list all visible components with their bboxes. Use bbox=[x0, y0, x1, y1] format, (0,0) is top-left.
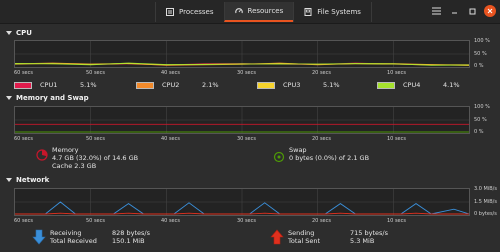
memory-x-label: 60 secs bbox=[14, 136, 33, 142]
network-x-label: 60 secs bbox=[14, 218, 33, 224]
memory-x-label: 50 secs bbox=[86, 136, 105, 142]
swap-label: Swap bbox=[289, 146, 307, 154]
total-received-value: 150.1 MiB bbox=[112, 237, 145, 245]
cpu1-value: 5.1% bbox=[80, 81, 97, 89]
memory-graph bbox=[14, 106, 470, 134]
cpu2-color-swatch[interactable] bbox=[136, 81, 154, 89]
cpu-section-header[interactable]: CPU bbox=[6, 29, 32, 37]
memory-y-label-50: 50 % bbox=[474, 117, 487, 123]
header-bar: Processes Resources File Systems bbox=[0, 0, 500, 24]
cpu3-legend: CPU3 5.1% bbox=[257, 81, 340, 89]
maximize-button[interactable] bbox=[466, 5, 478, 17]
memory-y-label-0: 0 % bbox=[474, 129, 484, 135]
tab-file-systems-label: File Systems bbox=[317, 8, 361, 16]
memory-y-label-100: 100 % bbox=[474, 104, 490, 110]
resources-icon bbox=[234, 8, 243, 14]
network-section-header[interactable]: Network bbox=[6, 176, 49, 184]
network-y-label-max: 3.0 MiB/s bbox=[474, 186, 497, 192]
receiving-info: Receiving 828 bytes/s Total Received 150… bbox=[32, 229, 162, 245]
cpu4-legend: CPU4 4.1% bbox=[377, 81, 460, 89]
memory-x-label: 10 secs bbox=[387, 136, 406, 142]
memory-section-title: Memory and Swap bbox=[16, 94, 89, 102]
cpu4-name: CPU4 bbox=[403, 81, 421, 89]
swap-usage-value: 0 bytes (0.0%) of 2.1 GB bbox=[289, 154, 370, 162]
processes-icon bbox=[166, 8, 174, 16]
cpu-graph bbox=[14, 40, 470, 68]
network-x-label: 50 secs bbox=[86, 218, 105, 224]
cpu3-value: 5.1% bbox=[323, 81, 340, 89]
sending-info: Sending 715 bytes/s Total Sent 5.3 MiB bbox=[270, 229, 400, 245]
cpu-x-label: 10 secs bbox=[387, 70, 406, 76]
cpu2-name: CPU2 bbox=[162, 81, 180, 89]
cpu1-legend: CPU1 5.1% bbox=[14, 81, 97, 89]
network-section-title: Network bbox=[16, 176, 50, 184]
cpu-y-label-100: 100 % bbox=[474, 38, 490, 44]
total-sent-value: 5.3 MiB bbox=[350, 237, 375, 245]
cpu-x-label: 30 secs bbox=[237, 70, 256, 76]
tab-processes-label: Processes bbox=[179, 8, 214, 16]
network-y-label-mid: 1.5 MiB/s bbox=[474, 199, 497, 205]
cpu-x-label: 50 secs bbox=[86, 70, 105, 76]
total-sent-label: Total Sent bbox=[288, 237, 321, 245]
total-received-label: Total Received bbox=[50, 237, 97, 245]
cpu2-value: 2.1% bbox=[202, 81, 219, 89]
cpu-plot bbox=[15, 41, 469, 67]
network-y-label-0: 0 bytes/s bbox=[474, 211, 497, 217]
network-plot bbox=[15, 189, 469, 215]
cpu-y-label-0: 0 % bbox=[474, 63, 484, 69]
upload-arrow-icon[interactable] bbox=[270, 229, 284, 245]
download-arrow-icon[interactable] bbox=[32, 229, 46, 245]
minimize-icon bbox=[451, 12, 457, 13]
tab-resources-label: Resources bbox=[247, 7, 284, 15]
cpu4-value: 4.1% bbox=[443, 81, 460, 89]
expander-arrow-icon bbox=[6, 31, 12, 35]
network-x-label: 10 secs bbox=[387, 218, 406, 224]
tab-processes[interactable]: Processes bbox=[155, 2, 224, 22]
network-x-label: 20 secs bbox=[312, 218, 331, 224]
expander-arrow-icon bbox=[6, 178, 12, 182]
tab-file-systems[interactable]: File Systems bbox=[293, 2, 372, 22]
memory-x-label: 30 secs bbox=[237, 136, 256, 142]
cpu-section-title: CPU bbox=[16, 29, 32, 37]
cpu-x-label: 40 secs bbox=[161, 70, 180, 76]
memory-x-label: 20 secs bbox=[312, 136, 331, 142]
network-x-label: 40 secs bbox=[161, 218, 180, 224]
sending-label: Sending bbox=[288, 229, 315, 237]
cpu-x-label: 60 secs bbox=[14, 70, 33, 76]
memory-plot bbox=[15, 107, 469, 133]
memory-cache-value: Cache 2.3 GB bbox=[52, 162, 97, 170]
minimize-button[interactable] bbox=[448, 5, 460, 17]
maximize-icon bbox=[469, 8, 475, 14]
close-button[interactable] bbox=[484, 5, 496, 17]
memory-section-header[interactable]: Memory and Swap bbox=[6, 94, 89, 102]
sending-value: 715 bytes/s bbox=[350, 229, 388, 237]
close-icon bbox=[487, 8, 493, 14]
menu-button[interactable] bbox=[430, 5, 442, 17]
memory-label: Memory bbox=[52, 146, 79, 154]
tab-resources[interactable]: Resources bbox=[223, 2, 294, 22]
receiving-value: 828 bytes/s bbox=[112, 229, 150, 237]
memory-usage-info: Memory 4.7 GB (32.0%) of 14.6 GB Cache 2… bbox=[36, 146, 138, 170]
view-tabs: Processes Resources File Systems bbox=[155, 2, 372, 22]
file-systems-icon bbox=[304, 8, 312, 16]
network-graph bbox=[14, 188, 470, 216]
memory-x-label: 40 secs bbox=[161, 136, 180, 142]
window-controls bbox=[430, 5, 496, 17]
expander-arrow-icon bbox=[6, 96, 12, 100]
memory-pie-icon[interactable] bbox=[36, 149, 48, 161]
cpu3-name: CPU3 bbox=[283, 81, 301, 89]
cpu4-color-swatch[interactable] bbox=[377, 81, 395, 89]
network-x-label: 30 secs bbox=[237, 218, 256, 224]
memory-usage-value: 4.7 GB (32.0%) of 14.6 GB bbox=[52, 154, 139, 162]
swap-pie-icon[interactable] bbox=[273, 151, 285, 163]
cpu1-color-swatch[interactable] bbox=[14, 81, 32, 89]
cpu2-legend: CPU2 2.1% bbox=[136, 81, 219, 89]
hamburger-menu-icon bbox=[431, 7, 441, 15]
cpu3-color-swatch[interactable] bbox=[257, 81, 275, 89]
receiving-label: Receiving bbox=[50, 229, 82, 237]
swap-usage-info: Swap 0 bytes (0.0%) of 2.1 GB bbox=[273, 146, 369, 163]
cpu-x-label: 20 secs bbox=[312, 70, 331, 76]
cpu1-name: CPU1 bbox=[40, 81, 58, 89]
cpu-y-label-50: 50 % bbox=[474, 51, 487, 57]
